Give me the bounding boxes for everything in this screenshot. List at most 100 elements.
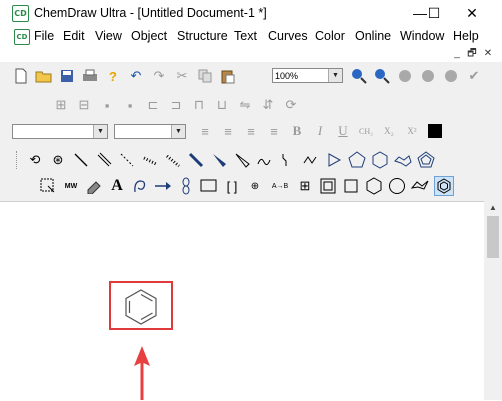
align-text-right-icon[interactable]: ≡ — [242, 122, 260, 140]
checkmark-icon[interactable]: ✔ — [465, 67, 483, 85]
chain-icon[interactable] — [302, 151, 320, 169]
new-document-icon[interactable] — [12, 67, 30, 85]
scroll-thumb[interactable] — [487, 216, 499, 258]
hashed-bond-icon[interactable] — [141, 151, 159, 169]
send-to-back-icon[interactable]: ▪ — [121, 96, 139, 114]
group-icon[interactable]: ⊞ — [52, 96, 70, 114]
cyclohexane-chair-icon[interactable] — [411, 177, 429, 195]
solid-bond-icon[interactable] — [72, 151, 90, 169]
paste-icon[interactable] — [219, 67, 237, 85]
double-bond-icon[interactable] — [95, 151, 113, 169]
print-icon[interactable] — [81, 67, 99, 85]
query-tool-icon[interactable]: A→B — [269, 177, 291, 195]
menu-window[interactable]: Window — [400, 29, 444, 43]
menu-help[interactable]: Help — [453, 29, 479, 43]
align-right-icon[interactable]: ⊐ — [167, 96, 185, 114]
benzene-ring-tool-icon[interactable] — [434, 176, 454, 196]
arrow-tool-icon[interactable] — [154, 177, 172, 195]
menu-structure[interactable]: Structure — [177, 29, 228, 43]
align-bottom-icon[interactable]: ⊔ — [213, 96, 231, 114]
show-structure-icon[interactable] — [396, 67, 414, 85]
menu-text[interactable]: Text — [234, 29, 257, 43]
lasso-icon[interactable]: ⟲ — [26, 151, 44, 169]
align-text-center-icon[interactable]: ≡ — [219, 122, 237, 140]
doc-minimize-button[interactable]: _ — [450, 47, 464, 61]
table-tool-icon[interactable]: ⊞ — [296, 177, 314, 195]
hexagon-ring-icon[interactable] — [371, 151, 389, 169]
menu-color[interactable]: Color — [315, 29, 345, 43]
undo-icon[interactable]: ↶ — [127, 67, 145, 85]
menu-curves[interactable]: Curves — [268, 29, 308, 43]
color-swatch[interactable] — [426, 122, 444, 140]
subscript-button[interactable]: X₂ — [380, 122, 398, 140]
chevron-down-icon[interactable]: ▼ — [171, 125, 185, 138]
bold-bond-icon[interactable] — [187, 151, 205, 169]
triangle-play-icon[interactable] — [325, 151, 343, 169]
close-button[interactable]: ✕ — [458, 3, 486, 23]
template-tool-icon[interactable] — [319, 177, 337, 195]
orbital-tool-icon[interactable] — [177, 177, 195, 195]
toolbar-grip[interactable] — [16, 151, 20, 169]
cut-icon[interactable]: ✂ — [173, 67, 191, 85]
zoom-in-icon[interactable] — [350, 67, 368, 85]
align-left-icon[interactable]: ⊏ — [144, 96, 162, 114]
ungroup-icon[interactable]: ⊟ — [75, 96, 93, 114]
menu-file[interactable]: File — [34, 29, 54, 43]
cyclopropane-icon[interactable] — [342, 177, 360, 195]
drawing-canvas[interactable] — [0, 201, 484, 401]
scroll-up-icon[interactable]: ▲ — [484, 202, 502, 214]
text-tool-icon[interactable]: A — [108, 177, 126, 195]
mw-tool-icon[interactable]: MW — [62, 177, 80, 195]
superscript-button[interactable]: X² — [403, 122, 421, 140]
cyclohexane-ring-icon[interactable] — [365, 177, 383, 195]
font-select[interactable]: ▼ — [12, 124, 108, 139]
help-question-icon[interactable]: ? — [104, 67, 122, 85]
redo-icon[interactable]: ↷ — [150, 67, 168, 85]
chemical-symbols-icon[interactable]: ⊕ — [246, 177, 264, 195]
pen-tool-icon[interactable] — [131, 177, 149, 195]
doc-restore-button[interactable]: 🗗 — [465, 47, 479, 61]
formula-button[interactable]: CH₂ — [357, 122, 375, 140]
zoom-select[interactable]: 100% ▼ — [272, 68, 343, 83]
open-folder-icon[interactable] — [35, 67, 53, 85]
wedge-bond-icon[interactable] — [210, 151, 228, 169]
menu-online[interactable]: Online — [355, 29, 391, 43]
bold-button[interactable]: B — [288, 122, 306, 140]
hashed-wedge-bond-icon[interactable] — [164, 151, 182, 169]
rotate-tool-icon[interactable]: ⊛ — [49, 151, 67, 169]
menu-edit[interactable]: Edit — [63, 29, 85, 43]
bring-to-front-icon[interactable]: ▪ — [98, 96, 116, 114]
bracket-tool-icon[interactable]: [ ] — [223, 177, 241, 195]
doc-close-button[interactable]: ✕ — [481, 47, 495, 61]
chevron-down-icon[interactable]: ▼ — [328, 69, 342, 82]
eraser-icon[interactable] — [85, 177, 103, 195]
copy-icon[interactable] — [196, 67, 214, 85]
flip-vertical-icon[interactable]: ⇵ — [259, 96, 277, 114]
menu-object[interactable]: Object — [131, 29, 167, 43]
dashed-bond-icon[interactable] — [118, 151, 136, 169]
check-structure-icon[interactable] — [442, 67, 460, 85]
cyclopentane-chair-icon[interactable] — [394, 151, 412, 169]
pentagon-ring-icon[interactable] — [348, 151, 366, 169]
justify-text-icon[interactable]: ≡ — [265, 122, 283, 140]
italic-button[interactable]: I — [311, 122, 329, 140]
underline-button[interactable]: U — [334, 122, 352, 140]
benzene-ring[interactable] — [124, 288, 158, 326]
align-top-icon[interactable]: ⊓ — [190, 96, 208, 114]
menu-view[interactable]: View — [95, 29, 122, 43]
font-size-select[interactable]: ▼ — [114, 124, 186, 139]
wavy-bond-icon[interactable] — [256, 151, 274, 169]
hollow-wedge-bond-icon[interactable] — [233, 151, 251, 169]
acyclic-chain-icon[interactable] — [279, 151, 297, 169]
clean-structure-icon[interactable] — [419, 67, 437, 85]
marquee-select-icon[interactable] — [39, 177, 57, 195]
align-text-left-icon[interactable]: ≡ — [196, 122, 214, 140]
chevron-down-icon[interactable]: ▼ — [93, 125, 107, 138]
cyclopentadiene-icon[interactable] — [417, 151, 435, 169]
drawing-elements-icon[interactable] — [200, 177, 218, 195]
save-icon[interactable] — [58, 67, 76, 85]
document-menu-icon[interactable]: CD — [14, 29, 30, 45]
zoom-out-icon[interactable] — [373, 67, 391, 85]
flip-horizontal-icon[interactable]: ⇋ — [236, 96, 254, 114]
cycloheptane-ring-icon[interactable] — [388, 177, 406, 195]
